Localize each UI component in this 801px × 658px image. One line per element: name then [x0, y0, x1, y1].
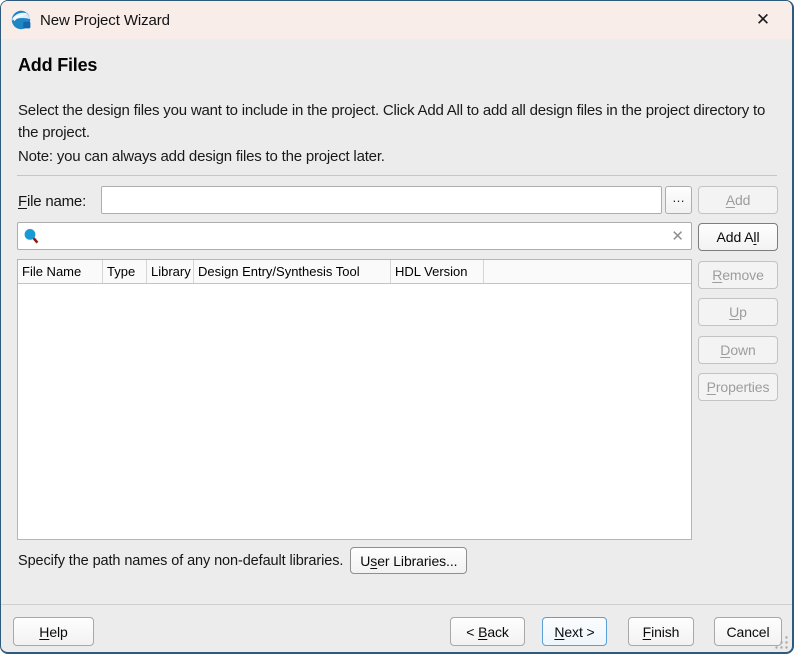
titlebar: New Project Wizard ✕: [1, 1, 792, 39]
file-name-input[interactable]: [101, 186, 662, 214]
search-input[interactable]: [40, 224, 671, 248]
search-box[interactable]: ✕: [17, 222, 692, 250]
add-button[interactable]: Add: [698, 186, 778, 214]
page-title: Add Files: [18, 55, 97, 76]
column-header-type[interactable]: Type: [103, 260, 147, 283]
resize-grip[interactable]: [775, 636, 789, 650]
browse-button[interactable]: …: [665, 186, 692, 214]
files-table-body[interactable]: [18, 284, 691, 539]
clear-search-icon[interactable]: ✕: [671, 227, 684, 245]
window-title: New Project Wizard: [40, 12, 170, 29]
page-description: Select the design files you want to incl…: [18, 100, 766, 144]
column-header-hdl-version[interactable]: HDL Version: [391, 260, 484, 283]
files-table-header: File Name Type Library Design Entry/Synt…: [18, 260, 691, 284]
dialog-body: Add Files Select the design files you wa…: [1, 39, 792, 652]
page-note: Note: you can always add design files to…: [18, 148, 766, 165]
user-libraries-button[interactable]: User Libraries...: [350, 547, 467, 574]
user-libraries-row: Specify the path names of any non-defaul…: [18, 547, 467, 574]
footer: Help < Back Next > Finish Cancel: [1, 617, 792, 647]
add-all-button[interactable]: Add All: [698, 223, 778, 251]
help-button[interactable]: Help: [13, 617, 94, 646]
finish-button[interactable]: Finish: [628, 617, 694, 646]
back-button[interactable]: < Back: [450, 617, 525, 646]
column-header-design-entry-tool[interactable]: Design Entry/Synthesis Tool: [194, 260, 391, 283]
new-project-wizard-dialog: New Project Wizard ✕ Add Files Select th…: [0, 0, 794, 654]
user-libraries-text: Specify the path names of any non-defaul…: [18, 553, 343, 569]
column-header-filler: [484, 260, 691, 283]
down-button[interactable]: Down: [698, 336, 778, 364]
column-header-file-name[interactable]: File Name: [18, 260, 103, 283]
search-icon: [23, 228, 40, 245]
quartus-logo-icon: [11, 10, 32, 31]
cancel-button[interactable]: Cancel: [714, 617, 782, 646]
next-button[interactable]: Next >: [542, 617, 607, 646]
close-icon[interactable]: ✕: [748, 6, 778, 34]
separator-bottom: [1, 604, 792, 605]
file-name-label: File name:: [18, 193, 86, 210]
column-header-library[interactable]: Library: [147, 260, 194, 283]
up-button[interactable]: Up: [698, 298, 778, 326]
remove-button[interactable]: Remove: [698, 261, 778, 289]
files-table[interactable]: File Name Type Library Design Entry/Synt…: [17, 259, 692, 540]
properties-button[interactable]: Properties: [698, 373, 778, 401]
separator-top: [17, 175, 777, 176]
